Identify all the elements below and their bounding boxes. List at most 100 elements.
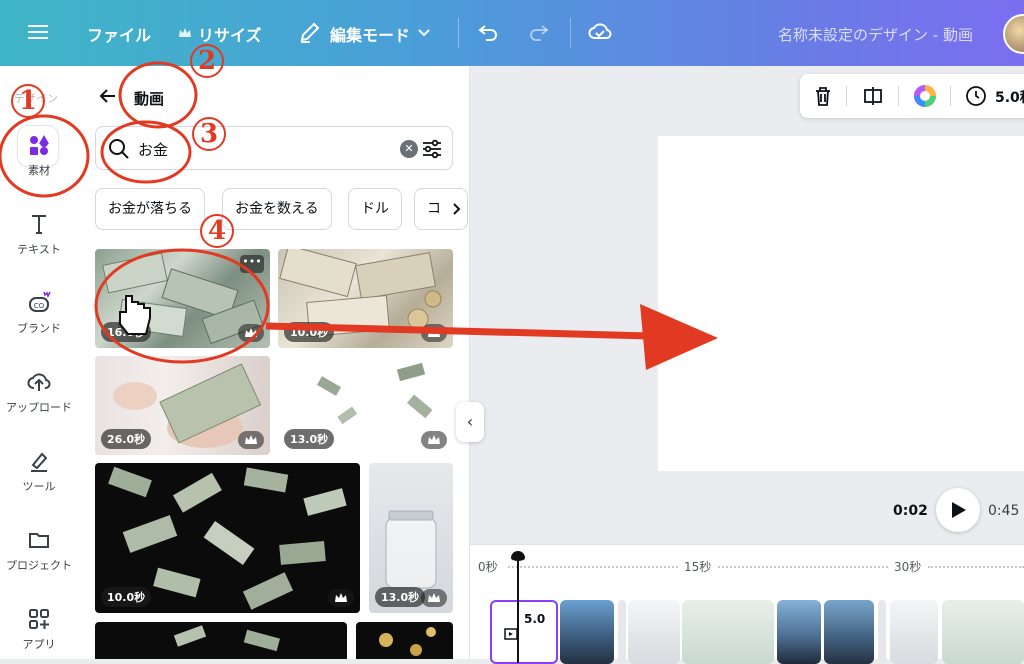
duration-label[interactable]: 5.0秒 — [995, 87, 1024, 107]
redo-icon[interactable] — [527, 20, 551, 44]
suggestion-chip[interactable]: お金を数える — [222, 188, 332, 230]
undo-icon[interactable] — [476, 20, 500, 44]
floating-toolbar: 5.0秒 — [800, 74, 1024, 118]
menu-icon[interactable] — [28, 22, 48, 42]
draw-icon — [31, 452, 48, 472]
rail-label: ツール — [22, 480, 56, 493]
playhead-handle[interactable] — [511, 551, 525, 561]
premium-crown-icon — [421, 589, 447, 607]
premium-crown-icon — [238, 324, 264, 342]
timeline-clip[interactable] — [682, 600, 774, 664]
file-menu[interactable]: ファイル — [87, 22, 151, 46]
design-canvas[interactable] — [658, 136, 1024, 471]
premium-crown-icon — [238, 431, 264, 449]
rail-label: テキスト — [17, 243, 61, 256]
timeline-clip[interactable] — [560, 600, 614, 664]
search-box[interactable]: ✕ — [95, 126, 453, 170]
side-rail: デザイン 素材 テキスト CO ブランド アップロード ツール プロジェクト ア… — [0, 66, 78, 659]
rail-label: アプリ — [22, 638, 56, 651]
suggestion-chip[interactable]: ドル — [348, 188, 402, 230]
rail-item-apps[interactable]: アプリ — [0, 606, 78, 652]
rail-item-upload[interactable]: アップロード — [0, 369, 78, 415]
suggestion-chip[interactable]: お金が落ちる — [95, 188, 205, 230]
duration-badge: 10.0秒 — [284, 322, 335, 342]
video-thumbnail[interactable] — [95, 622, 347, 659]
timeline-clip[interactable] — [777, 600, 821, 664]
rail-label: アップロード — [6, 401, 72, 414]
split-icon[interactable] — [862, 85, 884, 107]
apps-icon — [29, 609, 49, 629]
rail-item-text[interactable]: テキスト — [0, 211, 78, 257]
rail-item-tools[interactable]: ツール — [0, 448, 78, 494]
rail-label: ブランド — [17, 322, 61, 335]
duration-badge: 26.0秒 — [101, 429, 152, 449]
divider — [950, 86, 951, 106]
timeline-dots — [718, 566, 888, 568]
current-time: 0:02 — [893, 503, 928, 519]
avatar[interactable] — [1003, 14, 1024, 54]
premium-crown-icon — [328, 589, 354, 607]
duration-badge: 13.0秒 — [375, 587, 426, 607]
upload-icon — [27, 373, 51, 391]
video-thumbnail[interactable]: 26.0秒 — [95, 356, 270, 455]
rail-item-elements[interactable]: 素材 — [0, 132, 78, 178]
play-button[interactable] — [936, 488, 980, 532]
video-thumbnail[interactable]: 13.0秒 — [278, 356, 453, 455]
duration-badge: 13.0秒 — [284, 429, 335, 449]
timeline-clip[interactable] — [942, 600, 1024, 664]
timeline-clip[interactable] — [618, 600, 626, 664]
clip-duration: 5.0 — [524, 612, 546, 626]
rail-item-projects[interactable]: プロジェクト — [0, 527, 78, 573]
filter-icon[interactable] — [420, 137, 444, 161]
elements-icon — [30, 135, 49, 155]
elements-panel: 動画 ✕ お金が落ちる お金を数える ドル コ ••• 16.0秒 10.0秒 — [78, 66, 470, 659]
timeline-clip[interactable] — [890, 600, 938, 664]
video-thumbnail[interactable] — [356, 622, 453, 659]
back-arrow-icon[interactable] — [98, 86, 118, 106]
chevron-right-icon[interactable] — [449, 202, 463, 216]
color-wheel-icon[interactable] — [913, 84, 937, 108]
duration-badge: 16.0秒 — [101, 322, 152, 342]
video-clip-icon — [504, 628, 518, 640]
resize-menu[interactable]: リサイズ — [198, 22, 262, 46]
video-thumbnail[interactable]: ••• 16.0秒 — [95, 249, 270, 348]
rail-label: プロジェクト — [6, 559, 72, 572]
annotation-number: 1 — [11, 84, 45, 118]
timeline-tick: 15秒 — [684, 560, 712, 574]
timeline-tick: 0秒 — [478, 560, 498, 574]
divider — [846, 86, 847, 106]
playhead[interactable] — [517, 553, 519, 663]
document-title[interactable]: 名称未設定のデザイン - 動画 — [778, 24, 973, 45]
duration-badge: 10.0秒 — [101, 587, 152, 607]
collapse-panel-button[interactable]: ‹ — [456, 402, 484, 442]
divider — [570, 18, 571, 48]
annotation-number: 4 — [200, 214, 234, 248]
timeline[interactable]: 0秒 15秒 30秒 5.0 — [470, 544, 1024, 664]
video-thumbnail[interactable]: 10.0秒 — [278, 249, 453, 348]
clock-icon[interactable] — [965, 85, 987, 107]
timeline-clip[interactable] — [878, 600, 886, 664]
timeline-dots — [928, 566, 1024, 568]
edit-mode-menu[interactable]: 編集モード — [330, 22, 410, 46]
chevron-down-icon[interactable] — [416, 24, 432, 40]
timeline-clip[interactable] — [628, 600, 680, 664]
annotation-number: 2 — [190, 44, 224, 78]
coins-image — [379, 627, 436, 656]
more-options-icon[interactable]: ••• — [240, 255, 264, 273]
video-thumbnail[interactable]: 10.0秒 — [95, 463, 360, 613]
panel-title: 動画 — [134, 90, 165, 108]
suggestion-chip[interactable]: コ — [414, 188, 468, 230]
clear-search-icon[interactable]: ✕ — [400, 140, 418, 158]
cloud-saved-icon[interactable] — [588, 20, 612, 44]
video-thumbnail[interactable]: 13.0秒 — [369, 463, 453, 613]
brand-icon: CO — [29, 291, 51, 312]
pencil-icon — [300, 22, 320, 43]
search-input[interactable] — [138, 137, 368, 161]
divider — [458, 18, 459, 48]
timeline-clip[interactable] — [824, 600, 874, 664]
editor-area: ‹ 5.0秒 0:02 0:45 0秒 15秒 30秒 5.0 — [456, 66, 1024, 664]
rail-item-brand[interactable]: CO ブランド — [0, 290, 78, 336]
timeline-clip-selected[interactable]: 5.0 — [490, 600, 558, 664]
search-icon — [109, 139, 129, 159]
trash-icon[interactable] — [812, 85, 834, 107]
